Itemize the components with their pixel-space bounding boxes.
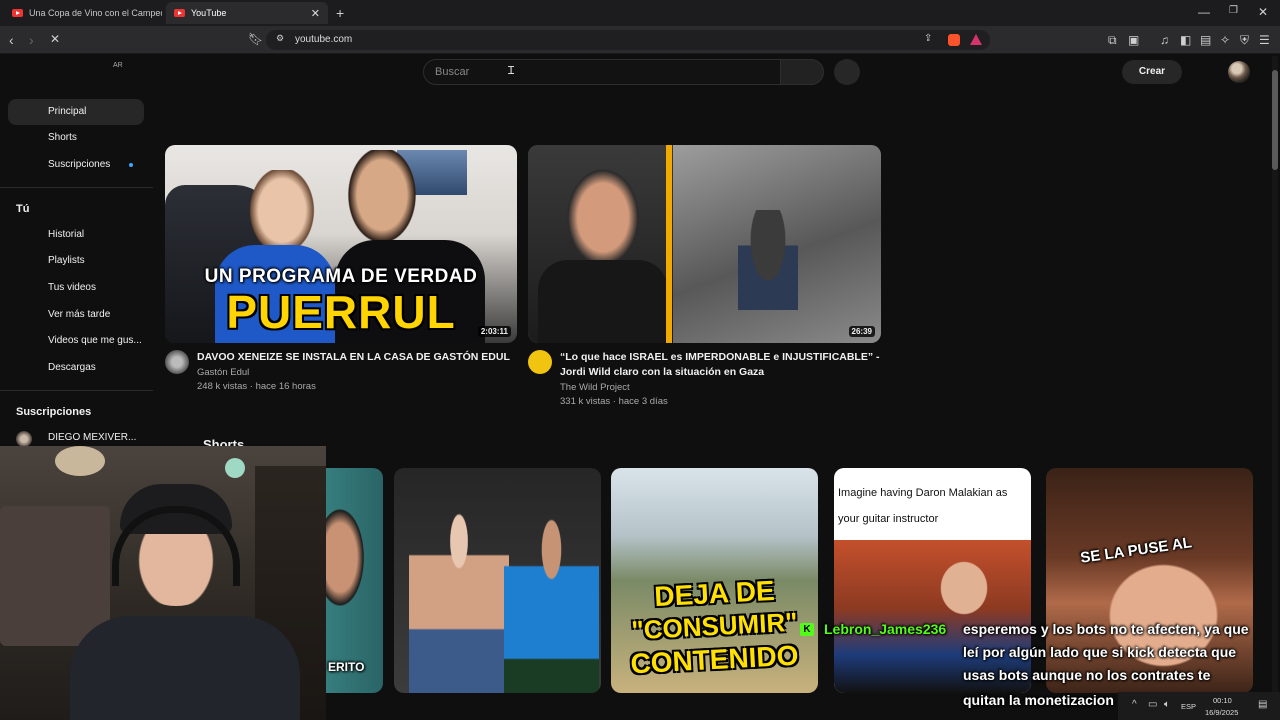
volume-icon[interactable]: 🔈︎ xyxy=(1164,700,1170,710)
restore-icon[interactable]: ❐ xyxy=(1229,6,1238,16)
person-right xyxy=(343,150,421,250)
site-settings-icon[interactable]: ⚙︎ xyxy=(276,34,284,43)
chat-message-line-4: quitan la monetizacion xyxy=(963,692,1114,708)
sidebar-item-principal[interactable]: Principal xyxy=(8,99,144,125)
network-icon[interactable]: ▭ xyxy=(1148,700,1157,710)
tab-youtube[interactable]: YouTube ✕ xyxy=(166,2,328,24)
media-icon[interactable]: ♫ xyxy=(1160,34,1169,46)
sidebar-item-suscripciones[interactable]: Suscripciones xyxy=(8,152,144,178)
search-button[interactable] xyxy=(780,59,824,85)
leo-ai-icon[interactable]: ✧ xyxy=(1220,34,1230,46)
clock-time[interactable]: 00:10 xyxy=(1213,696,1232,705)
minimize-icon[interactable]: — xyxy=(1198,6,1210,18)
notifications-icon[interactable]: ▤ xyxy=(1258,700,1267,710)
channel-avatar[interactable] xyxy=(165,350,189,374)
short-thumbnail[interactable]: DEJA DE "CONSUMIR" CONTENIDO xyxy=(611,468,818,693)
video-title-line-1[interactable]: “Lo que hace ISRAEL es IMPERDONABLE e IN… xyxy=(560,350,880,365)
sidebar-icon[interactable]: ◧ xyxy=(1180,34,1191,46)
url-text: youtube.com xyxy=(295,34,353,45)
yellow-divider xyxy=(666,145,672,343)
tab-title: Una Copa de Vino con el Campeón d xyxy=(29,8,162,18)
person-face xyxy=(558,157,648,267)
wallet-icon[interactable]: ▣ xyxy=(1128,34,1139,46)
sidebar-divider xyxy=(0,187,153,188)
video-title-line-2[interactable]: Jordi Wild claro con la situación en Gaz… xyxy=(560,365,880,380)
sidebar-heading-suscripciones[interactable]: Suscripciones xyxy=(16,406,91,418)
sidebar-item-historial[interactable]: Historial xyxy=(8,222,144,248)
youtube-favicon-icon xyxy=(174,9,185,17)
youtube-favicon-icon xyxy=(12,9,23,17)
brave-shield-icon[interactable] xyxy=(948,34,960,46)
sidebar-heading-tu[interactable]: Tú xyxy=(16,203,29,215)
streamer-jacket xyxy=(70,616,300,720)
sitting-boy xyxy=(738,210,798,310)
video-meta: 248 k vistas · hace 16 horas xyxy=(197,381,316,392)
channel-name[interactable]: The Wild Project xyxy=(560,380,630,395)
couch xyxy=(0,506,110,646)
new-content-dot xyxy=(129,163,133,167)
clock-date[interactable]: 16/9/2025 xyxy=(1205,708,1238,717)
duration-badge: 26:39 xyxy=(848,326,875,337)
scrollbar-track[interactable] xyxy=(1272,56,1278,692)
vpn-icon[interactable]: ⛨ xyxy=(1240,34,1249,46)
region-label: AR xyxy=(113,62,123,69)
brave-rewards-icon[interactable] xyxy=(970,34,982,45)
short-overlay-line-2: your guitar instructor xyxy=(838,513,939,525)
tab-copa-de-vino[interactable]: Una Copa de Vino con el Campeón d xyxy=(4,2,162,24)
chat-message-line-2: leí por algún lado que si kick detecta q… xyxy=(963,644,1237,660)
menu-icon[interactable]: ☰ xyxy=(1259,34,1270,46)
sidebar-item-playlists[interactable]: Playlists xyxy=(8,248,144,274)
video-thumbnail[interactable]: UN PROGRAMA DE VERDAD PUERRUL 2:03:11 xyxy=(165,145,517,343)
video-title[interactable]: DAVOO XENEIZE SE INSTALA EN LA CASA DE G… xyxy=(197,350,515,365)
sidebar-item-tus-videos[interactable]: Tus videos xyxy=(8,275,144,301)
short-overlay-line-1: Imagine having Daron Malakian as xyxy=(838,487,1008,499)
short-overlay-text: ERITO xyxy=(328,660,365,674)
sidebar-item-videos-que-me-gustan[interactable]: Videos que me gus... xyxy=(8,328,144,354)
chat-message-line-3: usas bots aunque no los contrates te xyxy=(963,667,1211,683)
extensions-icon[interactable]: ⧉ xyxy=(1108,34,1117,46)
close-window-icon[interactable]: ✕ xyxy=(1258,6,1268,18)
webcam-overlay xyxy=(0,446,326,720)
wall-decor xyxy=(55,446,105,476)
bookmark-icon[interactable]: 🔖︎ xyxy=(248,33,263,45)
new-tab-icon[interactable]: + xyxy=(336,6,344,20)
language-indicator[interactable]: ESP xyxy=(1181,702,1196,711)
close-tab-icon[interactable]: ✕ xyxy=(311,7,320,20)
person-face xyxy=(924,543,1004,633)
video-thumbnail[interactable]: 26:39 xyxy=(528,145,881,343)
kick-logo-icon: K xyxy=(800,623,814,636)
url-field[interactable]: ⚙︎ youtube.com ⇪ xyxy=(266,30,990,50)
voice-search-button[interactable] xyxy=(834,59,860,85)
share-icon[interactable]: ⇪ xyxy=(924,34,932,44)
back-icon[interactable]: ‹ xyxy=(9,33,14,47)
muscular-man xyxy=(409,508,509,693)
lamp xyxy=(225,458,245,478)
tab-title: YouTube xyxy=(191,8,227,18)
system-tray: ^ ▭ 🔈︎ ESP 00:10 16/9/2025 ▤ xyxy=(1118,692,1280,720)
text-cursor-icon: Ɪ xyxy=(508,65,515,77)
scrollbar-thumb[interactable] xyxy=(1272,70,1278,170)
sidebar-item-shorts[interactable]: Shorts xyxy=(8,125,144,151)
create-button[interactable]: Crear xyxy=(1122,60,1182,84)
sidebar-item-descargas[interactable]: Descargas xyxy=(8,355,144,381)
forward-icon[interactable]: › xyxy=(29,33,34,47)
channel-name[interactable]: Gastón Edul xyxy=(197,365,249,380)
person-body xyxy=(538,260,668,343)
short-thumbnail[interactable] xyxy=(394,468,601,693)
chat-message-line-1: esperemos y los bots no te afecten, ya q… xyxy=(963,621,1249,637)
sidebar-divider xyxy=(0,390,153,391)
wallet-2-icon[interactable]: ▤ xyxy=(1200,34,1211,46)
chat-username: Lebron_James236 xyxy=(824,621,947,637)
stop-loading-icon[interactable]: ✕ xyxy=(50,33,60,45)
video-meta: 331 k vistas · hace 3 días xyxy=(560,396,668,407)
thumbnail-big-text: PUERRUL xyxy=(226,286,456,338)
account-avatar[interactable] xyxy=(1228,61,1250,83)
channel-avatar[interactable] xyxy=(528,350,552,374)
search-input[interactable]: Buscar xyxy=(423,59,781,85)
man-blue-hoodie xyxy=(504,518,599,693)
tray-expand-icon[interactable]: ^ xyxy=(1132,700,1137,710)
duration-badge: 2:03:11 xyxy=(477,326,511,337)
sidebar-item-ver-mas-tarde[interactable]: Ver más tarde xyxy=(8,302,144,328)
browser-tab-bar: Una Copa de Vino con el Campeón d YouTub… xyxy=(0,0,1280,26)
